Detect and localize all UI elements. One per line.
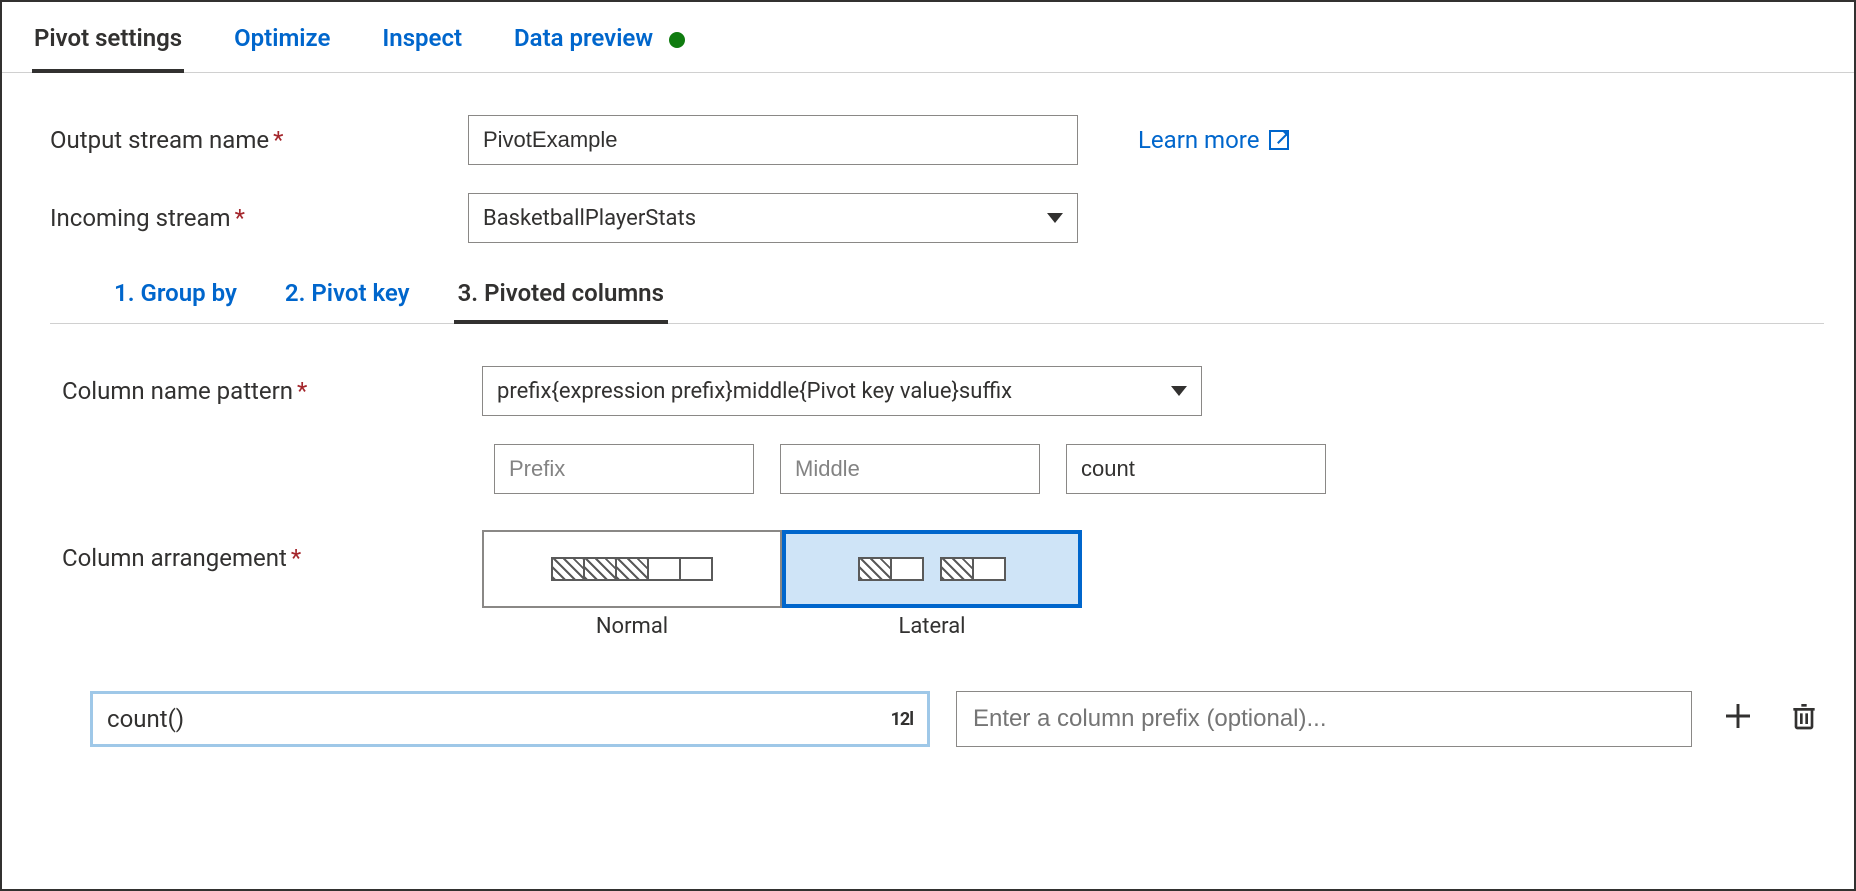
tab-data-preview[interactable]: Data preview	[512, 24, 687, 72]
column-name-pattern-value: prefix{expression prefix}middle{Pivot ke…	[497, 379, 1171, 404]
expression-value: count()	[107, 705, 891, 733]
subtab-pivoted-columns[interactable]: 3. Pivoted columns	[454, 271, 668, 323]
plus-icon	[1722, 700, 1754, 738]
required-asterisk: *	[297, 377, 307, 405]
subtab-group-by[interactable]: 1. Group by	[110, 271, 241, 323]
delete-button[interactable]	[1784, 699, 1824, 739]
tab-optimize[interactable]: Optimize	[232, 24, 332, 72]
column-arrangement-label: Column arrangement*	[62, 530, 482, 572]
expression-input[interactable]: count() 12l	[90, 691, 930, 747]
column-prefix-input[interactable]	[956, 691, 1692, 747]
chevron-down-icon	[1171, 386, 1187, 396]
tab-inspect[interactable]: Inspect	[380, 24, 464, 72]
arrangement-lateral-option[interactable]	[782, 530, 1082, 608]
required-asterisk: *	[235, 204, 245, 232]
status-dot-icon	[669, 32, 685, 48]
learn-more-link[interactable]: Learn more	[1138, 126, 1289, 154]
suffix-input[interactable]	[1066, 444, 1326, 494]
tab-data-preview-label: Data preview	[514, 24, 653, 52]
lateral-pattern-icon	[858, 557, 1006, 581]
column-name-pattern-select[interactable]: prefix{expression prefix}middle{Pivot ke…	[482, 366, 1202, 416]
incoming-stream-select[interactable]: BasketballPlayerStats	[468, 193, 1078, 243]
trash-icon	[1788, 700, 1820, 738]
arrangement-normal-option[interactable]	[482, 530, 782, 608]
arrangement-lateral-label: Lateral	[898, 614, 965, 639]
learn-more-label: Learn more	[1138, 126, 1259, 154]
expression-type-tag: 12l	[891, 709, 913, 730]
required-asterisk: *	[273, 126, 283, 154]
subtab-pivot-key[interactable]: 2. Pivot key	[281, 271, 414, 323]
prefix-input[interactable]	[494, 444, 754, 494]
arrangement-normal-label: Normal	[596, 614, 668, 639]
output-stream-input[interactable]	[468, 115, 1078, 165]
chevron-down-icon	[1047, 213, 1063, 223]
external-link-icon	[1269, 130, 1289, 150]
add-button[interactable]	[1718, 699, 1758, 739]
sub-tabs: 1. Group by 2. Pivot key 3. Pivoted colu…	[50, 271, 1824, 324]
output-stream-label: Output stream name*	[50, 126, 468, 154]
normal-pattern-icon	[551, 557, 713, 581]
incoming-stream-value: BasketballPlayerStats	[483, 206, 1047, 231]
tab-pivot-settings[interactable]: Pivot settings	[32, 24, 184, 72]
middle-input[interactable]	[780, 444, 1040, 494]
top-tabs: Pivot settings Optimize Inspect Data pre…	[2, 2, 1854, 73]
incoming-stream-label: Incoming stream*	[50, 204, 468, 232]
column-name-pattern-label: Column name pattern*	[62, 377, 482, 405]
required-asterisk: *	[291, 544, 301, 572]
